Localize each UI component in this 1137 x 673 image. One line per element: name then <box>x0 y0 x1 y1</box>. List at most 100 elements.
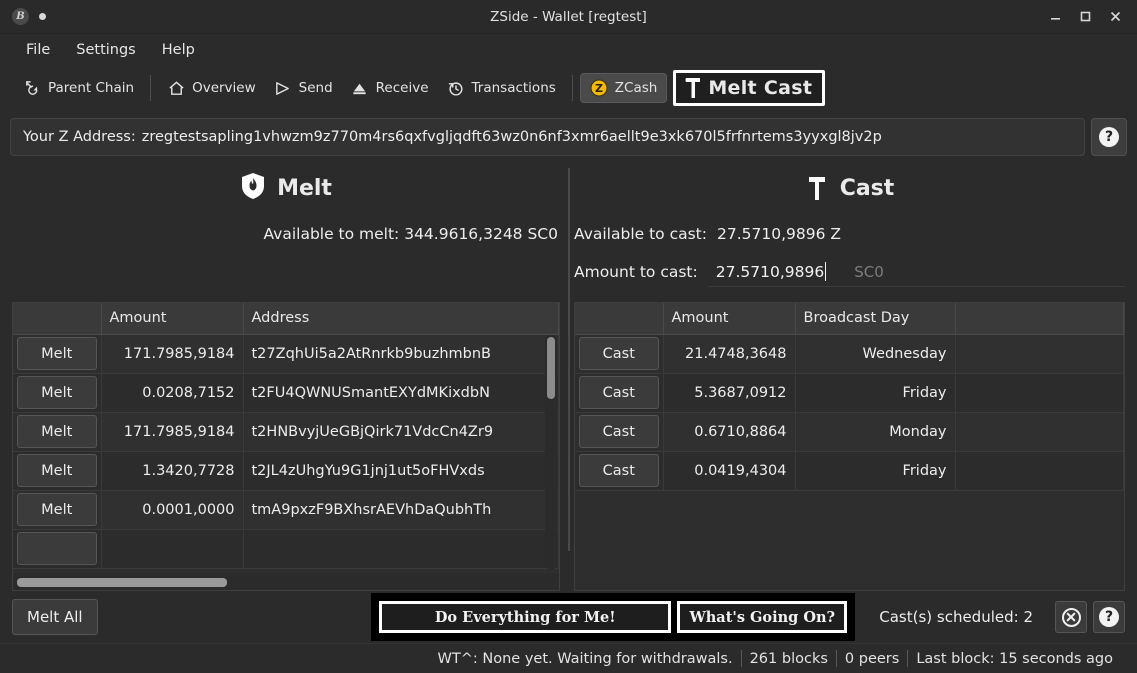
table-row[interactable]: Melt 171.7985,9184 t27ZqhUi5a2AtRnrkb9bu… <box>13 334 559 374</box>
table-row[interactable]: Melt 171.7985,9184 t2HNBvyjUeGBjQirk71Vd… <box>13 412 559 452</box>
table-row[interactable]: Cast 21.4748,3648 Wednesday <box>575 334 1124 374</box>
table-row[interactable]: Melt 0.0001,0000 tmA9pxzF9BXhsrAEVhDaQub… <box>13 490 559 530</box>
menu-help[interactable]: Help <box>150 38 207 62</box>
cast-row-blank <box>955 334 1124 374</box>
z-address-value: zregtestsapling1vhwzm9z770m4rs6qxfvgljqd… <box>141 129 882 145</box>
melt-table-header: Amount Address <box>13 303 559 335</box>
melt-row-address: tmA9pxzF9BXhsrAEVhDaQubhTh <box>243 490 559 530</box>
status-last-block: Last block: 15 seconds ago <box>916 650 1113 667</box>
menu-bar: File Settings Help <box>0 34 1137 66</box>
cast-col-action <box>575 303 664 335</box>
menu-file[interactable]: File <box>14 38 62 62</box>
melt-row-button[interactable]: Melt <box>17 337 97 370</box>
close-icon[interactable] <box>1101 4 1129 30</box>
toolbar-divider-2 <box>571 75 573 101</box>
tab-transactions[interactable]: Transactions <box>438 74 565 102</box>
maximize-icon[interactable] <box>1071 4 1099 30</box>
melt-row-button[interactable]: Melt <box>17 493 97 526</box>
whats-going-on-button[interactable]: What's Going On? <box>677 601 848 633</box>
cast-row-blank <box>955 373 1124 413</box>
table-row[interactable] <box>13 529 559 569</box>
tab-receive[interactable]: Receive <box>342 74 438 102</box>
z-address-label: Your Z Address: <box>23 129 136 145</box>
cancel-button[interactable] <box>1055 601 1087 633</box>
tab-zcash-label: ZCash <box>614 80 658 96</box>
hammer-icon <box>682 75 704 101</box>
do-everything-button[interactable]: Do Everything for Me! <box>379 601 672 633</box>
melt-table: Amount Address Melt 171.7985,9184 t27Zqh… <box>13 303 559 569</box>
melt-spacer <box>12 254 560 290</box>
melt-row-button[interactable]: Melt <box>17 415 97 448</box>
melt-row-address <box>243 529 559 569</box>
melt-row-button[interactable]: Melt <box>17 454 97 487</box>
cast-amount-value: 27.5710,9896 <box>715 262 825 281</box>
melt-col-action <box>13 303 102 335</box>
main-panes: Melt Available to melt: 344.9616,3248 SC… <box>0 162 1137 591</box>
melt-available-text: Available to melt: 344.9616,3248 SC0 <box>263 225 558 243</box>
cast-title: Cast <box>839 175 895 201</box>
melt-table-scroll[interactable]: Amount Address Melt 171.7985,9184 t27Zqh… <box>13 303 559 574</box>
table-row[interactable]: Cast 0.6710,8864 Monday <box>575 412 1124 452</box>
cast-row-day: Wednesday <box>795 334 956 374</box>
shield-flame-icon <box>240 172 266 204</box>
melt-horizontal-scrollbar[interactable] <box>13 574 559 590</box>
table-row[interactable]: Cast 5.3687,0912 Friday <box>575 373 1124 413</box>
tab-send[interactable]: Send <box>265 74 342 102</box>
tab-overview[interactable]: Overview <box>158 74 265 102</box>
melt-row-amount: 171.7985,9184 <box>101 412 244 452</box>
cast-row-blank <box>955 451 1124 491</box>
melt-horizontal-scrollbar-thumb[interactable] <box>17 577 227 587</box>
cast-row-button[interactable]: Cast <box>579 415 659 448</box>
melt-row-amount: 171.7985,9184 <box>101 334 244 374</box>
cast-col-amount: Amount <box>663 303 796 335</box>
cast-table-header: Amount Broadcast Day <box>575 303 1124 335</box>
melt-col-amount: Amount <box>101 303 244 335</box>
receive-icon <box>351 79 369 97</box>
cast-amount-row: Amount to cast: 27.5710,9896 SC0 <box>574 254 1125 290</box>
melt-col-address: Address <box>243 303 559 335</box>
cast-amount-suffix: SC0 <box>854 262 884 281</box>
table-row[interactable]: Cast 0.0419,4304 Friday <box>575 451 1124 491</box>
tab-parent-chain[interactable]: Parent Chain <box>14 74 143 102</box>
cast-row-day: Friday <box>795 373 956 413</box>
melt-vertical-scrollbar-thumb[interactable] <box>547 337 555 399</box>
history-icon <box>447 79 465 97</box>
melt-row-button[interactable]: Melt <box>17 376 97 409</box>
melt-row-address: t27ZqhUi5a2AtRnrkb9buzhmbnB <box>243 334 559 374</box>
status-wt: WT^: None yet. Waiting for withdrawals. <box>437 650 733 667</box>
melt-all-button[interactable]: Melt All <box>12 599 98 635</box>
tab-melt-cast[interactable]: Melt Cast <box>673 70 826 106</box>
cast-amount-input[interactable]: 27.5710,9896 SC0 <box>707 257 1125 287</box>
cast-table-container: Amount Broadcast Day Cast 21.4748,3648 W… <box>574 302 1125 591</box>
cast-row-amount: 0.6710,8864 <box>663 412 796 452</box>
tab-send-label: Send <box>298 80 333 96</box>
melt-available: Available to melt: 344.9616,3248 SC0 <box>12 214 560 254</box>
cast-row-amount: 21.4748,3648 <box>663 334 796 374</box>
parent-chain-icon <box>23 79 41 97</box>
toolbar-divider <box>150 75 152 101</box>
cast-row-button[interactable]: Cast <box>579 376 659 409</box>
cast-row-action-cell: Cast <box>575 334 664 374</box>
address-help-button[interactable]: ? <box>1091 118 1127 156</box>
melt-row-button[interactable] <box>17 532 97 565</box>
tab-transactions-label: Transactions <box>471 80 556 96</box>
status-dot-icon <box>39 13 46 20</box>
table-row[interactable]: Melt 1.3420,7728 t2JL4zUhgYu9G1jnj1ut5oF… <box>13 451 559 491</box>
cast-row-button[interactable]: Cast <box>579 337 659 370</box>
minimize-icon[interactable] <box>1041 4 1069 30</box>
main-toolbar: Parent Chain Overview Send Receive Trans… <box>0 66 1137 110</box>
bottom-help-button[interactable]: ? <box>1093 601 1125 633</box>
melt-row-action-cell: Melt <box>13 334 102 374</box>
table-row[interactable]: Melt 0.0208,7152 t2FU4QWNUSmantEXYdMKixd… <box>13 373 559 413</box>
menu-settings[interactable]: Settings <box>64 38 147 62</box>
question-mark-icon: ? <box>1099 607 1119 627</box>
z-address-row: Your Z Address: zregtestsapling1vhwzm9z7… <box>10 118 1127 156</box>
cast-available-label: Available to cast: <box>574 225 707 243</box>
melt-vertical-scrollbar[interactable] <box>545 335 557 570</box>
z-address-field[interactable]: Your Z Address: zregtestsapling1vhwzm9z7… <box>10 118 1085 156</box>
cast-row-action-cell: Cast <box>575 451 664 491</box>
cast-row-day: Monday <box>795 412 956 452</box>
cast-row-button[interactable]: Cast <box>579 454 659 487</box>
zcash-icon: Z <box>590 79 608 97</box>
tab-zcash[interactable]: Z ZCash <box>579 73 668 103</box>
